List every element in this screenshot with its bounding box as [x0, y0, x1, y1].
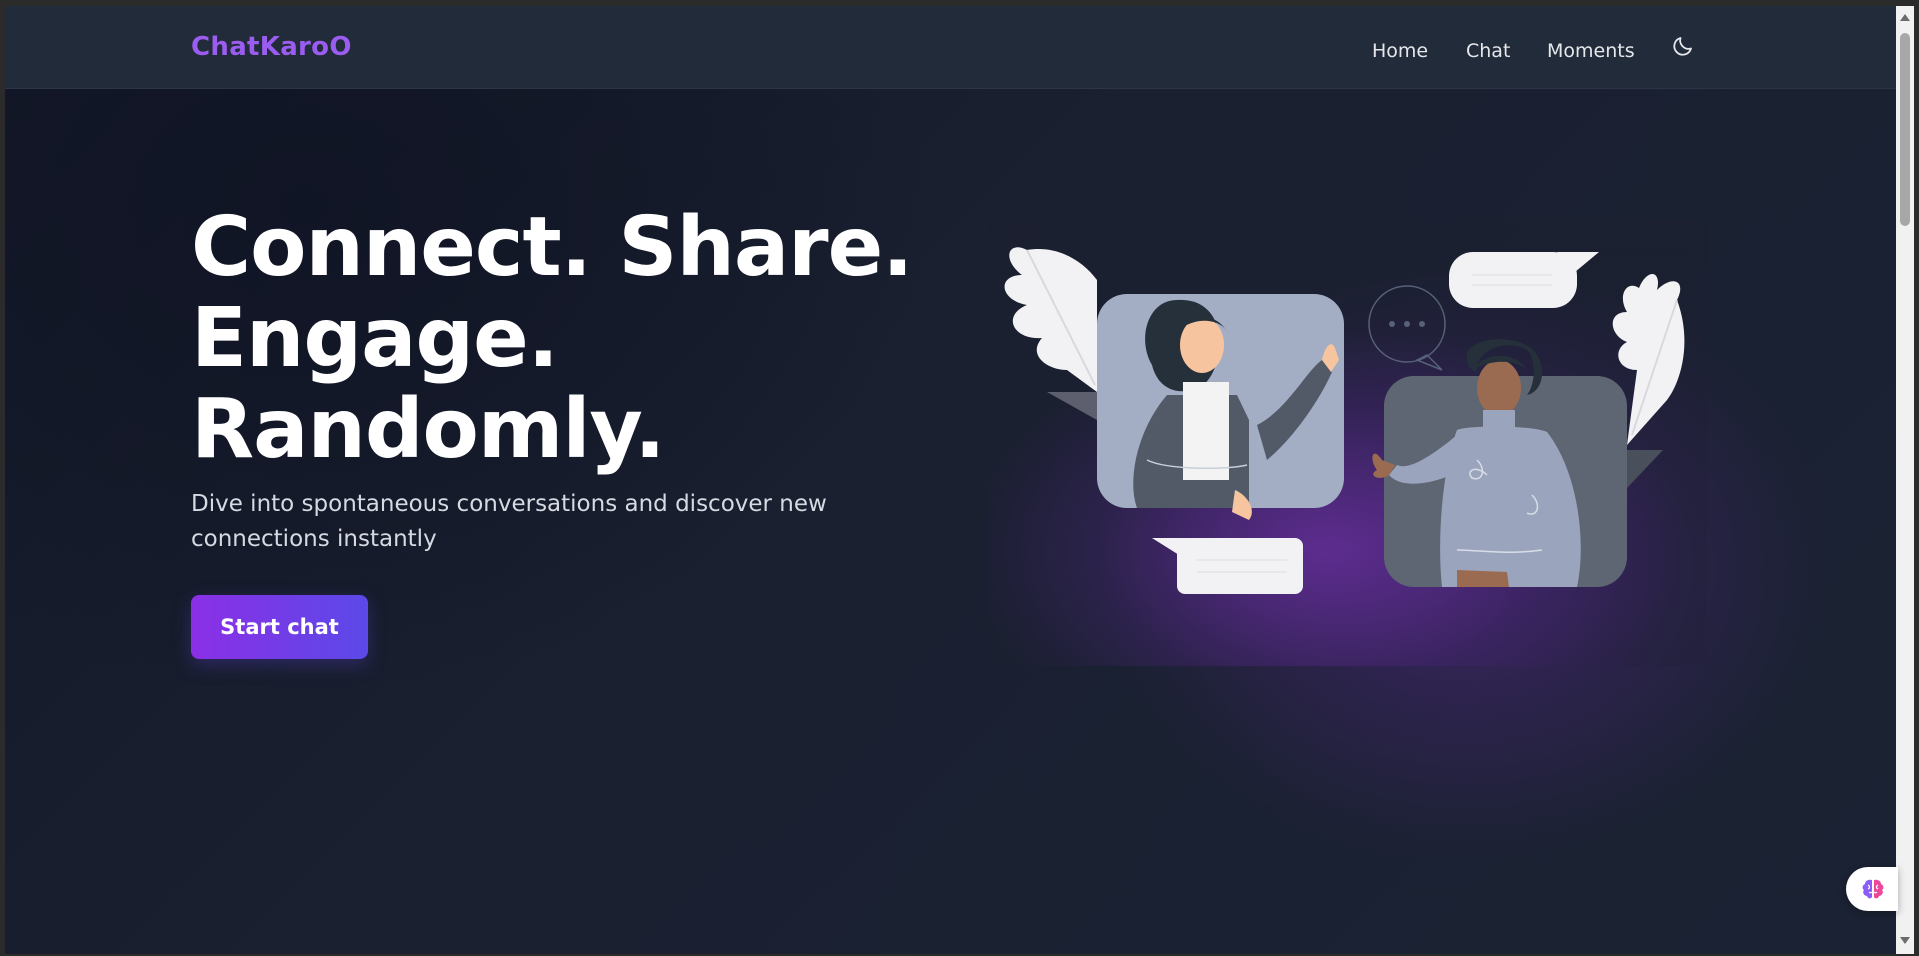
nav-link-chat[interactable]: Chat	[1466, 40, 1510, 62]
browser-viewport: ChatKaroO Home Chat Moments Connect. Sha…	[5, 6, 1896, 954]
moon-icon	[1673, 37, 1692, 56]
brain-icon	[1862, 879, 1884, 899]
vertical-scrollbar[interactable]	[1896, 6, 1914, 954]
top-navbar: ChatKaroO Home Chat Moments	[5, 6, 1896, 89]
scrollbar-thumb[interactable]	[1900, 33, 1910, 226]
assistant-widget-button[interactable]	[1846, 867, 1898, 911]
nav-link-home[interactable]: Home	[1372, 40, 1428, 62]
hero-title-line-2: Engage.	[191, 291, 559, 386]
hero-title: Connect. Share. Engage. Randomly.	[191, 200, 913, 477]
hero-title-line-1: Connect. Share.	[191, 200, 913, 295]
hero-subtitle: Dive into spontaneous conversations and …	[191, 491, 827, 552]
scroll-down-arrow-icon[interactable]	[1900, 937, 1910, 944]
start-chat-button[interactable]: Start chat	[191, 595, 368, 659]
hero-title-line-3: Randomly.	[191, 382, 666, 477]
theme-toggle-button[interactable]	[1671, 34, 1695, 58]
scroll-up-arrow-icon[interactable]	[1900, 14, 1910, 21]
nav-link-moments[interactable]: Moments	[1547, 40, 1635, 62]
chat-illustration	[987, 220, 1707, 666]
brand-logo[interactable]: ChatKaroO	[191, 32, 352, 62]
two-people-chatting-illustration	[1004, 247, 1685, 594]
